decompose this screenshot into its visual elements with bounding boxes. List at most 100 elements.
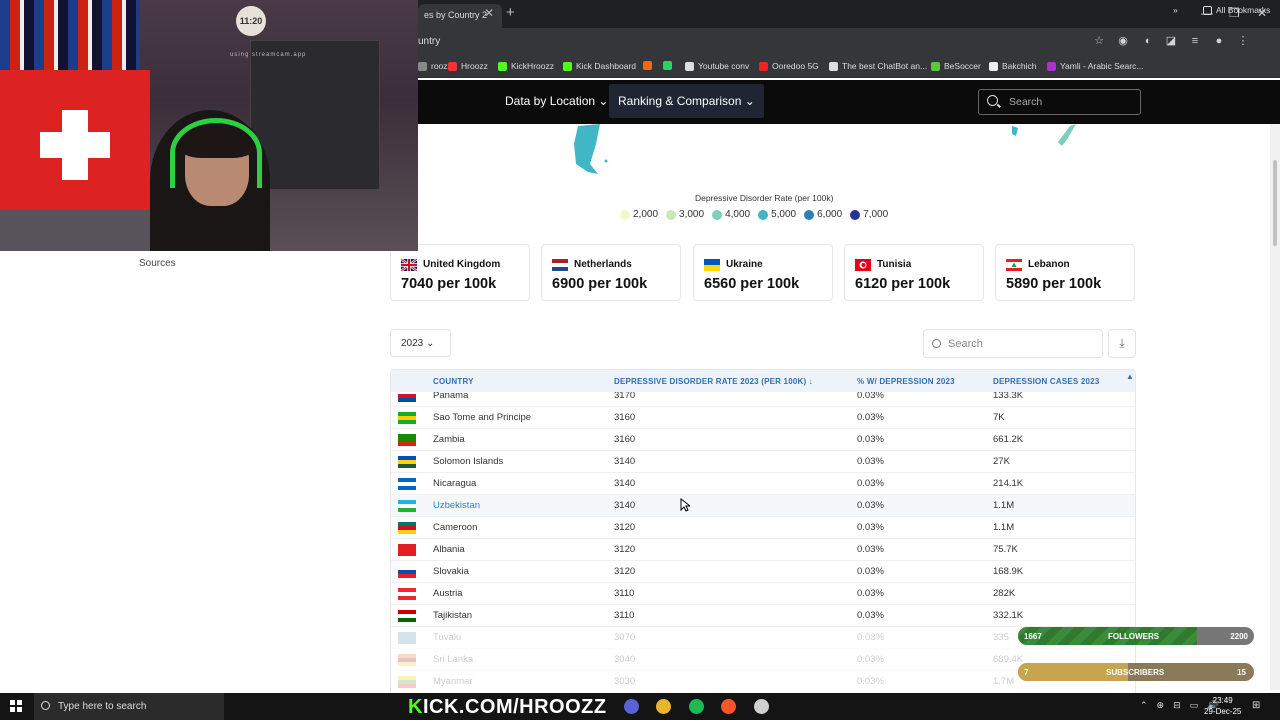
bookmark-item[interactable]: Hroozz — [448, 61, 488, 71]
download-button[interactable]: ⤓ — [1108, 329, 1136, 358]
brave-icon[interactable] — [721, 699, 736, 714]
country-card[interactable]: Tunisia 6120 per 100k — [844, 244, 984, 301]
table-row[interactable]: Slovakia 3120 0.03% 168.9K — [391, 561, 1135, 583]
obs-icon[interactable] — [754, 699, 769, 714]
spotify-icon[interactable] — [689, 699, 704, 714]
bookmark-item[interactable] — [663, 61, 676, 70]
row-country[interactable]: Solomon Islands — [433, 456, 503, 467]
table-row[interactable]: Uzbekistan 3140 0.03% 1.1M — [391, 495, 1135, 517]
year-select[interactable]: 2023 ⌄ — [390, 329, 451, 357]
search-icon — [41, 701, 50, 710]
table-row[interactable]: Solomon Islands 3140 0.03% 27K — [391, 451, 1135, 473]
column-header-country[interactable]: COUNTRY — [433, 377, 474, 386]
table-row[interactable]: Nicaragua 3140 0.03% 214.1K — [391, 473, 1135, 495]
bookmark-item[interactable]: Youtube conv — [685, 61, 749, 71]
page-scrollbar[interactable] — [1270, 124, 1280, 690]
world-map[interactable] — [418, 124, 1268, 244]
row-country[interactable]: Sao Tome and Principe — [433, 412, 531, 423]
chrome-icon[interactable] — [656, 699, 671, 714]
bookmark-label: BeSoccer — [944, 61, 981, 71]
windows-start-icon[interactable] — [10, 700, 22, 712]
card-value: 7040 per 100k — [401, 276, 497, 292]
scrollbar-thumb[interactable] — [1273, 160, 1277, 246]
row-cases: 168.9K — [993, 566, 1024, 577]
map-region-new-zealand[interactable] — [1058, 124, 1076, 146]
row-rate: 3120 — [614, 522, 636, 533]
country-card[interactable]: United Kingdom 7040 per 100k — [390, 244, 530, 301]
notifications-icon[interactable]: ⊞ — [1252, 700, 1260, 711]
bookmark-item[interactable]: KickHroozz — [498, 61, 554, 71]
table-row[interactable]: Zambia 3160 0.03% 661.2K — [391, 429, 1135, 451]
bookmark-item[interactable]: Kick Dashboard — [563, 61, 636, 71]
profile-icon[interactable]: ● — [1212, 34, 1226, 48]
table-row[interactable]: Cameroon 3120 0.03% 1.1M — [391, 517, 1135, 539]
row-country[interactable]: Uzbekistan — [433, 500, 480, 511]
scarves-decoration — [0, 0, 140, 70]
bookmark-item[interactable]: roozz — [418, 61, 452, 71]
more-bookmarks-icon[interactable]: » — [1173, 5, 1178, 15]
bookmark-favicon-icon — [829, 61, 838, 71]
bookmark-item[interactable]: Bakchich — [989, 61, 1037, 71]
new-tab-button[interactable]: + — [506, 4, 515, 21]
country-card[interactable]: Ukraine 6560 per 100k — [693, 244, 833, 301]
bookmark-label: Hroozz — [461, 61, 488, 71]
tray-expand-icon[interactable]: ⌃ — [1140, 700, 1148, 711]
row-cases: 1.7M — [993, 676, 1015, 687]
tab-close-icon[interactable]: ✕ — [484, 6, 494, 20]
country-card[interactable]: Netherlands 6900 per 100k — [541, 244, 681, 301]
scroll-up-icon[interactable]: ▲ — [1126, 372, 1134, 381]
nav-data-by-location[interactable]: Data by Location ⌄ — [496, 84, 617, 118]
row-country[interactable]: Albania — [433, 544, 465, 555]
row-country[interactable]: Nicaragua — [433, 478, 476, 489]
bookmark-item[interactable]: The best ChatBot an... — [829, 61, 927, 71]
row-rate: 3110 — [614, 588, 635, 599]
row-country[interactable]: Myanmar — [433, 676, 473, 687]
table-row[interactable]: Sao Tome and Principe 3160 0.03% 7K — [391, 407, 1135, 429]
bookmark-favicon-icon — [563, 61, 572, 71]
column-header-cases[interactable]: DEPRESSION CASES 2023 — [993, 377, 1099, 386]
row-country[interactable]: Austria — [433, 588, 463, 599]
bookmark-star-icon[interactable]: ☆ — [1092, 34, 1106, 48]
tray-network-icon[interactable]: ⊕ — [1157, 700, 1165, 711]
table-row[interactable]: Albania 3120 0.03% 75.7K — [391, 539, 1135, 561]
taskbar-search[interactable]: Type here to search — [34, 693, 224, 720]
site-search-input[interactable]: Search — [978, 89, 1141, 115]
legend-item: 2,000 — [620, 209, 658, 220]
row-country[interactable]: Zambia — [433, 434, 465, 445]
table-row[interactable]: Austria 3110 0.03% 282K — [391, 583, 1135, 605]
extension-icon[interactable]: ◉ — [1116, 34, 1130, 48]
extension-icon[interactable]: ◖ — [1140, 34, 1154, 48]
taskbar-clock[interactable]: 23:49 29-Dec-25 — [1204, 695, 1241, 717]
sidebar-sources-link[interactable]: Sources — [139, 258, 176, 269]
legend-title: Depressive Disorder Rate (per 100k) — [695, 193, 834, 203]
row-country[interactable]: Sri Lanka — [433, 654, 473, 665]
bookmark-item[interactable] — [643, 61, 656, 70]
nav-ranking-comparison[interactable]: Ranking & Comparison ⌄ — [609, 84, 764, 118]
column-header-rate[interactable]: DEPRESSIVE DISORDER RATE 2023 (PER 100K)… — [614, 377, 813, 386]
followers-goal-bar: 1667 FOLLOWERS 2200 — [1018, 627, 1254, 645]
all-bookmarks[interactable]: All Bookmarks — [1203, 5, 1270, 15]
column-header-percent[interactable]: % W/ DEPRESSION 2023 — [857, 377, 955, 386]
table-search-input[interactable]: Search — [923, 329, 1103, 358]
search-icon — [987, 95, 998, 106]
row-percent: 0.03% — [857, 676, 884, 687]
bookmark-item[interactable]: Yamli - Arabic Searc... — [1047, 61, 1143, 71]
puzzle-icon[interactable]: ◪ — [1164, 34, 1178, 48]
url-field[interactable]: untry — [418, 36, 440, 47]
row-country[interactable]: Slovakia — [433, 566, 469, 577]
bookmark-item[interactable]: BeSoccer — [931, 61, 981, 71]
tray-display-icon[interactable]: ⊟ — [1173, 700, 1181, 711]
country-flag-icon — [398, 588, 416, 600]
row-country[interactable]: Tajikistan — [433, 610, 472, 621]
country-card[interactable]: Lebanon 5890 per 100k — [995, 244, 1135, 301]
app-icon[interactable] — [624, 699, 639, 714]
row-country[interactable]: Cameroon — [433, 522, 477, 533]
map-region-south-america[interactable] — [574, 124, 600, 174]
menu-icon[interactable]: ⋮ — [1236, 34, 1250, 48]
row-country[interactable]: Tuvalu — [433, 632, 461, 643]
table-row[interactable]: Tajikistan 3110 0.03% 332.1K — [391, 605, 1135, 627]
map-region-australia[interactable] — [1012, 126, 1018, 136]
bookmark-item[interactable]: Ooredoo 5G — [759, 61, 819, 71]
tray-battery-icon[interactable]: ▭ — [1190, 700, 1199, 711]
media-icon[interactable]: ≡ — [1188, 34, 1202, 48]
